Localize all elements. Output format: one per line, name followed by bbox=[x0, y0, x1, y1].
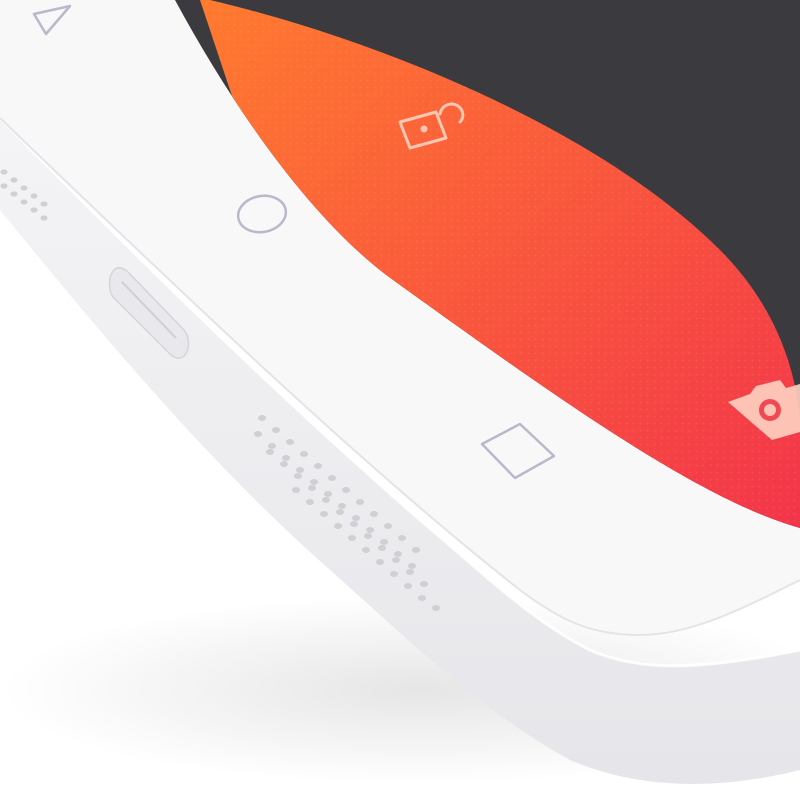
phone-scene bbox=[0, 0, 800, 800]
